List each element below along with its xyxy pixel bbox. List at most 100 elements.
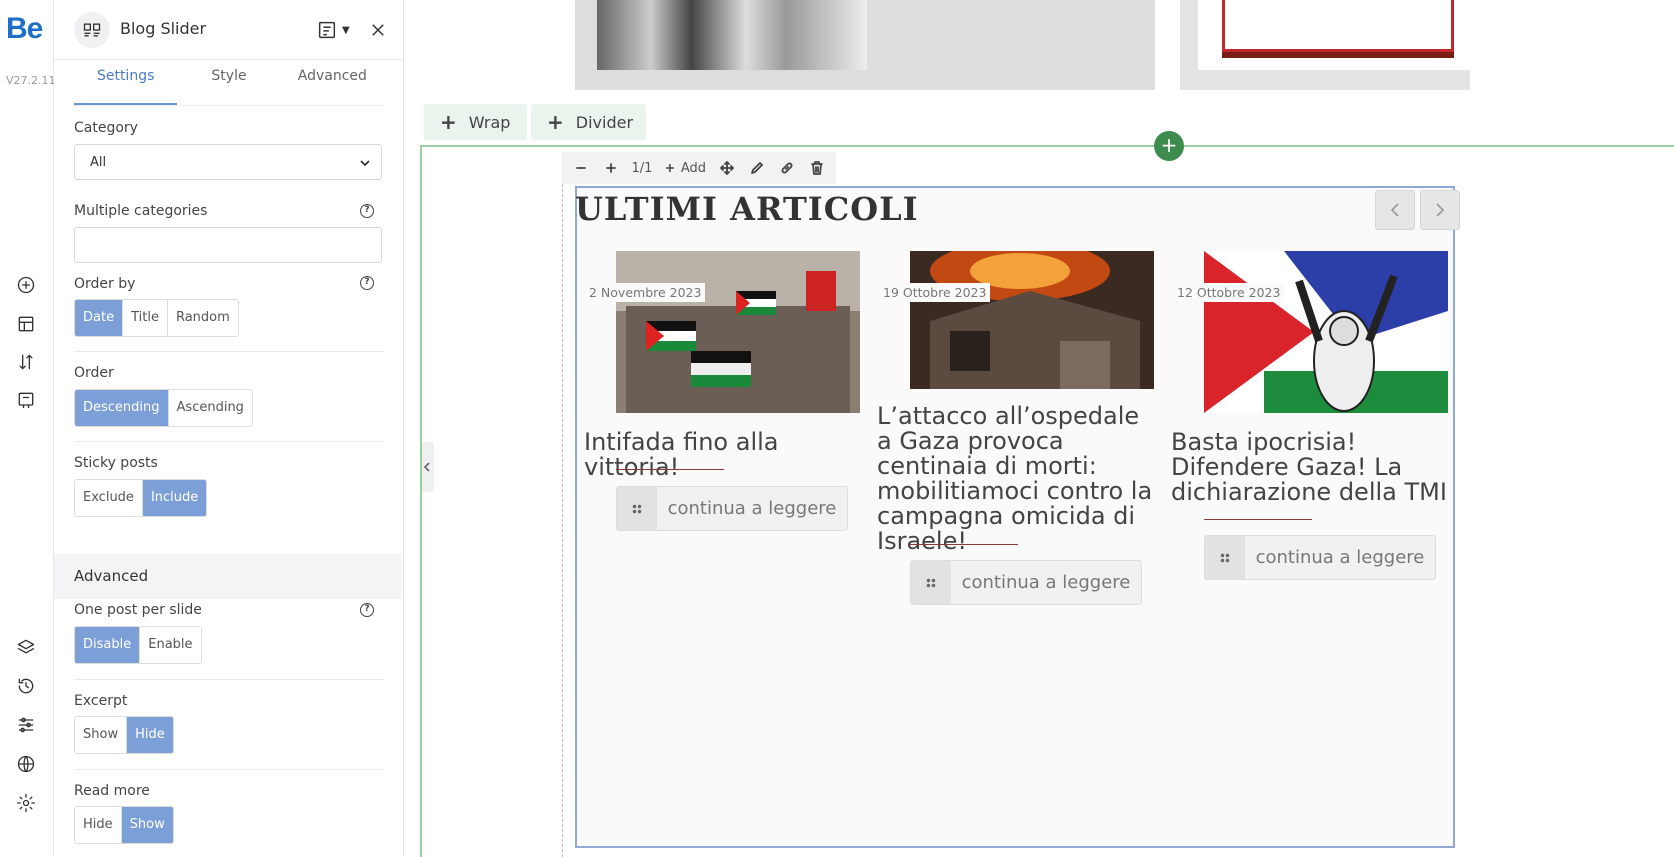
read-more-label: Read more — [74, 783, 150, 799]
crowd-flags-image — [616, 251, 860, 413]
help-icon[interactable]: ? — [360, 276, 374, 290]
order-descending[interactable]: Descending — [75, 390, 169, 426]
close-icon — [372, 24, 384, 36]
drag-handle-icon[interactable] — [1205, 536, 1245, 579]
order-ascending[interactable]: Ascending — [168, 390, 252, 426]
presets-button[interactable]: ▼ — [316, 18, 356, 42]
one-post-disable[interactable]: Disable — [75, 627, 141, 663]
add-divider-button[interactable]: + Divider — [531, 104, 646, 140]
blog-slider-icon — [74, 12, 110, 48]
order-by-random[interactable]: Random — [167, 300, 238, 336]
one-post-enable[interactable]: Enable — [140, 627, 201, 663]
read-more-show[interactable]: Show — [121, 807, 173, 843]
delete-button[interactable] — [804, 155, 830, 181]
template-icon[interactable] — [14, 388, 38, 412]
globe-icon[interactable] — [14, 752, 38, 776]
excerpt-show[interactable]: Show — [75, 717, 128, 753]
post-title[interactable]: Basta ipocrisia! Difendere Gaza! La dich… — [1171, 430, 1447, 505]
help-icon[interactable]: ? — [360, 204, 374, 218]
tab-advanced[interactable]: Advanced — [281, 60, 384, 105]
history-icon[interactable] — [14, 674, 38, 698]
tab-settings[interactable]: Settings — [74, 60, 178, 105]
plus-icon: + — [547, 110, 564, 134]
multiple-categories-label: Multiple categories — [74, 203, 208, 219]
excerpt-toggle: Show Hide — [74, 716, 174, 754]
help-icon[interactable]: ? — [360, 603, 374, 617]
post-title[interactable]: L’attacco all’ospedale a Gaza provoca ce… — [877, 404, 1153, 554]
duplicate-icon — [781, 162, 793, 174]
tab-style[interactable]: Style — [177, 60, 280, 105]
read-more-button[interactable]: continua a leggere — [1204, 535, 1436, 580]
layout-icon[interactable] — [14, 312, 38, 336]
chevron-right-icon — [1436, 203, 1445, 217]
order-by-label: Order by — [74, 276, 136, 292]
order-toggle: Descending Ascending — [74, 389, 253, 427]
category-value: All — [90, 155, 107, 170]
excerpt-hide[interactable]: Hide — [127, 717, 173, 753]
order-by-title[interactable]: Title — [123, 300, 168, 336]
read-more-button[interactable]: continua a leggere — [616, 486, 848, 531]
sticky-include[interactable]: Include — [142, 480, 207, 516]
post-image[interactable] — [1204, 251, 1448, 413]
multiple-categories-input[interactable] — [74, 227, 382, 263]
collapse-panel-button[interactable] — [420, 442, 434, 492]
increase-size-button[interactable] — [598, 155, 624, 181]
settings-icon[interactable] — [14, 791, 38, 815]
panel-header: Blog Slider ▼ — [54, 0, 404, 60]
sticky-exclude[interactable]: Exclude — [75, 480, 143, 516]
pencil-icon — [751, 162, 763, 174]
post-title[interactable]: Intifada fino alla vittoria! — [584, 430, 854, 480]
section-border — [420, 145, 1674, 147]
add-wrap-button[interactable]: + Wrap — [424, 104, 527, 140]
item-dashed-border — [562, 184, 563, 857]
category-label: Category — [74, 120, 138, 136]
category-select[interactable]: All — [74, 144, 382, 180]
plus-icon — [665, 163, 675, 173]
chevron-left-icon — [1390, 203, 1399, 217]
sort-icon[interactable] — [14, 350, 38, 374]
divider — [74, 769, 384, 770]
slider-title: ULTIMI ARTICOLI — [575, 190, 919, 228]
add-element-icon[interactable] — [14, 273, 38, 297]
order-by-toggle: Date Title Random — [74, 299, 239, 337]
presets-icon — [318, 21, 336, 39]
drag-handle-icon[interactable] — [911, 561, 951, 604]
add-section-button[interactable]: + — [1154, 131, 1184, 161]
trash-icon — [811, 161, 823, 175]
panel-title: Blog Slider — [120, 19, 207, 38]
duplicate-button[interactable] — [774, 155, 800, 181]
edit-button[interactable] — [744, 155, 770, 181]
move-icon — [720, 161, 734, 175]
title-underline — [1204, 519, 1312, 520]
title-underline — [910, 544, 1018, 545]
add-item-button[interactable]: Add — [660, 155, 710, 181]
add-item-label: Add — [680, 160, 706, 176]
read-more-label: continua a leggere — [961, 572, 1131, 593]
layers-icon[interactable] — [14, 635, 38, 659]
sticky-posts-label: Sticky posts — [74, 455, 158, 471]
item-toolbar: 1/1 Add — [562, 152, 836, 184]
flag-poster-image — [1204, 251, 1448, 413]
read-more-button[interactable]: continua a leggere — [910, 560, 1142, 605]
order-by-date[interactable]: Date — [75, 300, 124, 336]
read-more-toggle: Hide Show — [74, 806, 174, 844]
item-size[interactable]: 1/1 — [628, 155, 656, 181]
close-button[interactable] — [366, 18, 390, 42]
drag-handle-icon[interactable] — [617, 487, 657, 530]
excerpt-label: Excerpt — [74, 693, 128, 709]
add-wrap-label: Wrap — [468, 112, 511, 132]
decrease-size-button[interactable] — [568, 155, 594, 181]
post-image[interactable] — [910, 251, 1154, 389]
slider-prev-button[interactable] — [1375, 190, 1415, 230]
version-label: V27.2.11 — [6, 74, 56, 87]
move-button[interactable] — [714, 155, 740, 181]
advanced-section-heading[interactable]: Advanced — [54, 554, 402, 599]
divider — [74, 441, 384, 442]
slider-next-button[interactable] — [1420, 190, 1460, 230]
red-card-image — [1222, 0, 1454, 52]
read-more-hide[interactable]: Hide — [75, 807, 122, 843]
settings-panel: Blog Slider ▼ Settings Style Advanced Ca… — [54, 0, 404, 857]
post-image[interactable] — [616, 251, 860, 413]
sliders-icon[interactable] — [14, 713, 38, 737]
sticky-posts-toggle: Exclude Include — [74, 479, 208, 517]
